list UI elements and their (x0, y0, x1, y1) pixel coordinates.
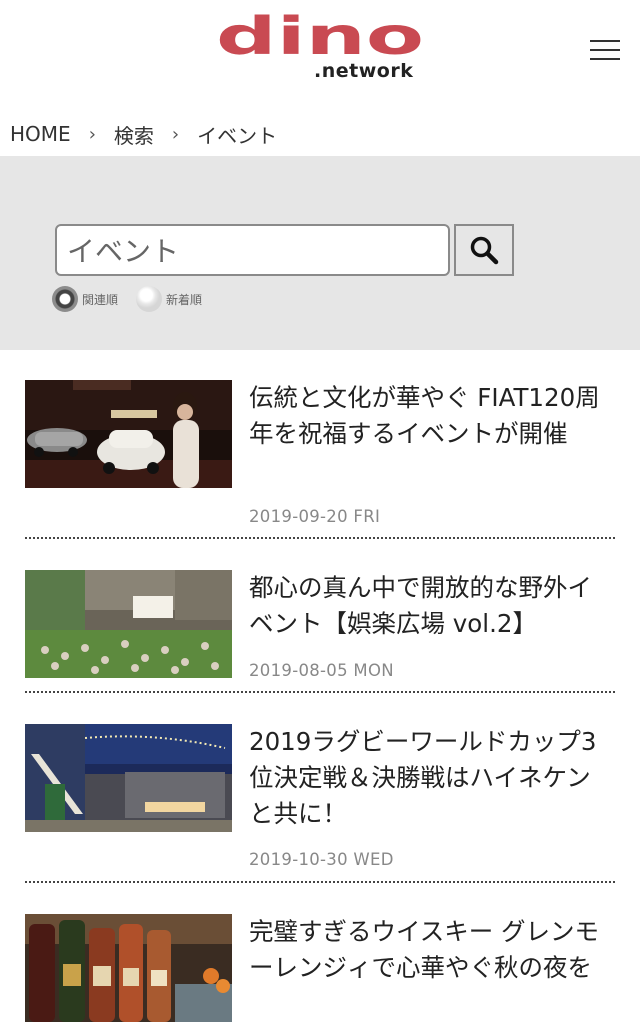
article-item[interactable]: 2019ラグビーワールドカップ3位決定戦＆決勝戦はハイネケンと共に！ 2019-… (25, 724, 615, 874)
chevron-right-icon: › (88, 123, 96, 145)
article-date: 2019-08-05 MON (249, 661, 394, 680)
search-button[interactable] (454, 224, 514, 276)
sort-newest-label: 新着順 (166, 292, 203, 307)
article-thumbnail[interactable] (25, 380, 232, 488)
article-thumbnail[interactable] (25, 724, 232, 832)
sort-relevance-label: 関連順 (82, 292, 119, 307)
chevron-right-icon: › (171, 123, 180, 145)
article-item[interactable]: 伝統と文化が華やぐ FIAT120周年を祝福するイベントが開催 2019-09-… (25, 380, 615, 526)
site-header: dino .network (0, 0, 640, 100)
article-thumbnail[interactable] (25, 570, 232, 678)
article-item[interactable]: 都心の真ん中で開放的な野外イベント【娯楽広場 vol.2】 2019-08-05… (25, 570, 615, 685)
article-thumbnail[interactable] (25, 914, 232, 1022)
search-panel: 関連順 新着順 (0, 156, 640, 350)
divider (25, 691, 615, 693)
svg-text:dino: dino (216, 14, 424, 62)
article-date: 2019-09-20 FRI (249, 507, 381, 526)
breadcrumb-current: イベント (197, 123, 278, 148)
sort-relevance-radio[interactable] (52, 286, 78, 312)
article-title[interactable]: 伝統と文化が華やぐ FIAT120周年を祝福するイベントが開催 (249, 380, 611, 452)
divider (25, 881, 615, 883)
sort-options: 関連順 新着順 (52, 286, 220, 312)
article-item[interactable]: 完璧すぎるウイスキー グレンモーレンジィで心華やぐ秋の夜を (25, 914, 615, 1024)
article-title[interactable]: 2019ラグビーワールドカップ3位決定戦＆決勝戦はハイネケンと共に！ (249, 724, 611, 832)
sort-newest-radio[interactable] (136, 286, 163, 312)
breadcrumb-search[interactable]: 検索 (114, 120, 154, 149)
search-input[interactable] (55, 224, 450, 276)
site-logo[interactable]: dino .network (216, 14, 426, 84)
breadcrumb-home[interactable]: HOME (10, 122, 71, 146)
article-date: 2019-10-30 WED (249, 850, 394, 869)
logo-subtitle: .network (314, 60, 414, 82)
logo-wordmark: dino (216, 14, 424, 62)
article-title[interactable]: 完璧すぎるウイスキー グレンモーレンジィで心華やぐ秋の夜を (249, 914, 611, 986)
divider (25, 537, 615, 539)
search-icon (470, 236, 499, 265)
breadcrumb: HOME › 検索 › イベント (10, 118, 277, 150)
article-title[interactable]: 都心の真ん中で開放的な野外イベント【娯楽広場 vol.2】 (249, 570, 611, 642)
hamburger-menu-icon[interactable] (590, 40, 620, 66)
